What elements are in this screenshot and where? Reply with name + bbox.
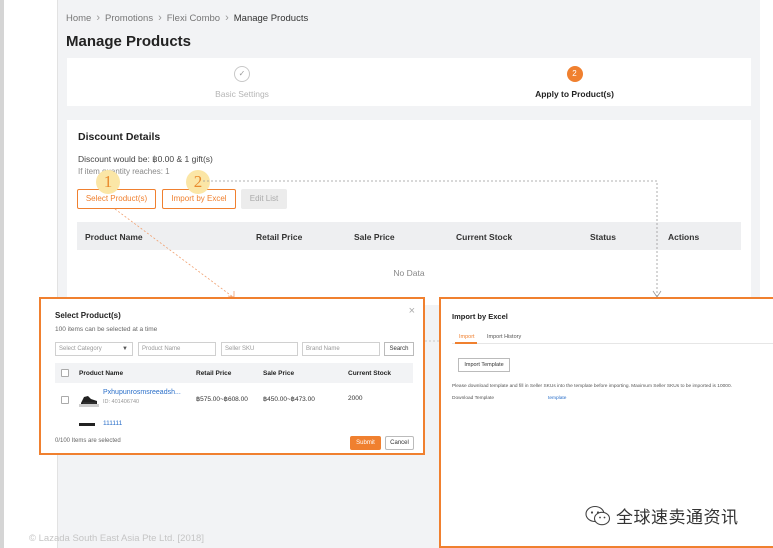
- watermark-text: 全球速卖通资讯: [616, 508, 739, 527]
- active-tab-indicator: [455, 342, 477, 344]
- table-row: 111111: [55, 420, 413, 430]
- product-thumbnail: [79, 423, 95, 426]
- col-sale-price: Sale Price: [263, 370, 295, 377]
- chevron-down-icon: ▼: [122, 346, 128, 352]
- copyright-text: © Lazada South East Asia Pte Ltd. [2018]: [29, 533, 204, 544]
- category-select[interactable]: Select Category ▼: [55, 342, 133, 356]
- modal-title: Select Product(s): [55, 311, 121, 320]
- modal-table-header: Product Name Retail Price Sale Price Cur…: [55, 363, 413, 383]
- sale-price: ฿450.00~฿473.00: [263, 396, 315, 403]
- selected-count: 0/100 Items are selected: [55, 438, 121, 444]
- product-thumbnail: [79, 396, 99, 407]
- watermark: 全球速卖通资讯: [585, 503, 739, 528]
- import-instructions: Please download template and fill in Sel…: [452, 384, 732, 389]
- row-checkbox[interactable]: [61, 396, 69, 404]
- modal-title: Import by Excel: [452, 312, 508, 321]
- product-id: ID: 401406740: [103, 399, 140, 405]
- select-products-modal: Select Product(s) × 100 items can be sel…: [39, 297, 425, 455]
- col-current-stock: Current Stock: [348, 370, 391, 377]
- search-button[interactable]: Search: [384, 342, 414, 356]
- brand-name-input[interactable]: Brand Name: [302, 342, 380, 356]
- table-row: Pxhupunrosmsreeadsh... ID: 401406740 ฿57…: [55, 384, 413, 418]
- download-template-label: Download Template: [452, 396, 495, 401]
- seller-sku-input[interactable]: Seller SKU: [221, 342, 298, 356]
- current-stock: 2000: [348, 395, 363, 402]
- tab-import-history[interactable]: Import History: [487, 334, 521, 340]
- product-name-link[interactable]: 111111: [103, 420, 122, 427]
- col-product-name: Product Name: [79, 370, 124, 377]
- submit-button[interactable]: Submit: [350, 436, 381, 450]
- wechat-logo-icon: [585, 505, 611, 525]
- import-tabs: Import Import History: [452, 332, 773, 344]
- cancel-button[interactable]: Cancel: [385, 436, 414, 450]
- modal-subtitle: 100 items can be selected at a time: [55, 326, 158, 333]
- close-icon[interactable]: ×: [409, 305, 415, 317]
- product-name-input[interactable]: Product Name: [138, 342, 216, 356]
- product-name-link[interactable]: Pxhupunrosmsreeadsh...: [103, 389, 181, 396]
- retail-price: ฿575.00~฿608.00: [196, 396, 248, 403]
- select-all-checkbox[interactable]: [61, 369, 69, 377]
- import-template-button[interactable]: Import Template: [458, 358, 510, 372]
- category-placeholder: Select Category: [59, 346, 102, 352]
- download-template-link[interactable]: template: [548, 396, 566, 401]
- col-retail-price: Retail Price: [196, 370, 232, 377]
- tab-import[interactable]: Import: [459, 334, 475, 340]
